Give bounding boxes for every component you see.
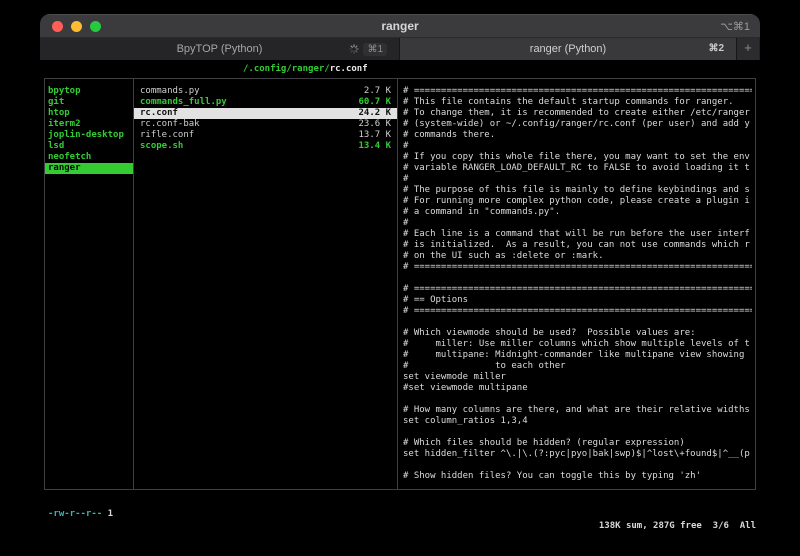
dir-item[interactable]: git [45, 97, 133, 108]
file-name: rifle.conf [140, 130, 195, 140]
dir-item[interactable]: bpytop [45, 86, 133, 97]
file-name: rc.conf-bak [140, 119, 200, 129]
dir-item[interactable]: lsd [45, 141, 133, 152]
preview-column: # ======================================… [398, 79, 757, 489]
window-titlebar[interactable]: ranger ⌥⌘1 [40, 14, 760, 38]
file-row[interactable]: rifle.conf 13.7 K [134, 130, 397, 141]
dir-item[interactable]: htop [45, 108, 133, 119]
path-filename: rc.conf [329, 64, 368, 74]
screen-background: ranger ⌥⌘1 BpyTOP (Python) ⌘1 ranger (Py… [0, 0, 800, 556]
terminal-content[interactable]: /.config/ranger/rc.conf bpytop git htop ite… [40, 60, 760, 542]
file-size: 13.4 K [358, 141, 391, 151]
tab-bpytop[interactable]: BpyTOP (Python) ⌘1 [40, 38, 400, 60]
window-shortcut: ⌥⌘1 [720, 21, 750, 33]
ranger-statusbar: -rw-r--r-- 1 138K sum, 287G free 3/6 All [44, 496, 756, 531]
ranger-browser: bpytop git htop iterm2 joplin-desktop lsd neof… [44, 78, 756, 490]
file-row[interactable]: scope.sh 13.4 K [134, 141, 397, 152]
file-row[interactable]: rc.conf-bak 23.6 K [134, 119, 397, 130]
file-size: 24.2 K [358, 108, 391, 118]
activity-spinner-icon [349, 44, 360, 54]
file-list-column: commands.py 2.7 Kcommands_full.py 60.7 Krc… [134, 79, 398, 489]
file-size: 13.7 K [358, 130, 391, 140]
tab-bar: BpyTOP (Python) ⌘1 ranger (Python) ⌘2 + [40, 38, 760, 60]
file-size: 60.7 K [358, 97, 391, 107]
file-name: commands.py [140, 86, 200, 96]
file-row[interactable]: commands.py 2.7 K [134, 86, 397, 97]
tab-ranger-shortcut: ⌘2 [708, 43, 724, 54]
ranger-path-title: /.config/ranger/rc.conf [243, 64, 368, 75]
file-row[interactable]: commands_full.py 60.7 K [134, 97, 397, 108]
new-tab-button[interactable]: + [736, 38, 759, 60]
iterm-window: ranger ⌥⌘1 BpyTOP (Python) ⌘1 ranger (Py… [40, 14, 760, 542]
dir-item[interactable]: neofetch [45, 152, 133, 163]
tab-ranger[interactable]: ranger (Python) ⌘2 [400, 38, 736, 60]
tab-bpytop-label: BpyTOP (Python) [176, 43, 263, 55]
file-link-count: 1 [102, 509, 114, 519]
tab-ranger-label: ranger (Python) [529, 43, 607, 55]
path-directory: /.config/ranger/ [243, 64, 330, 74]
tab-bpytop-shortcut: ⌘1 [363, 42, 387, 56]
file-size: 23.6 K [358, 119, 391, 129]
directory-column: bpytop git htop iterm2 joplin-desktop lsd neof… [45, 79, 134, 489]
file-row[interactable]: rc.conf 24.2 K [134, 108, 397, 119]
window-title: ranger [381, 19, 419, 33]
file-size: 2.7 K [363, 86, 391, 96]
file-permissions: -rw-r--r-- [48, 509, 103, 519]
file-name: commands_full.py [140, 97, 227, 107]
tab-bpytop-status: ⌘1 [349, 41, 387, 57]
preview-text: # ======================================… [403, 86, 752, 481]
file-info: -rw-r--r-- 1 [48, 508, 113, 520]
dir-item[interactable]: iterm2 [45, 119, 133, 130]
status-summary: 138K sum, 287G free 3/6 All [598, 521, 756, 531]
file-name: rc.conf [140, 108, 178, 118]
dir-item[interactable]: joplin-desktop [45, 130, 133, 141]
dir-item[interactable]: ranger [45, 163, 133, 174]
file-name: scope.sh [140, 141, 184, 151]
